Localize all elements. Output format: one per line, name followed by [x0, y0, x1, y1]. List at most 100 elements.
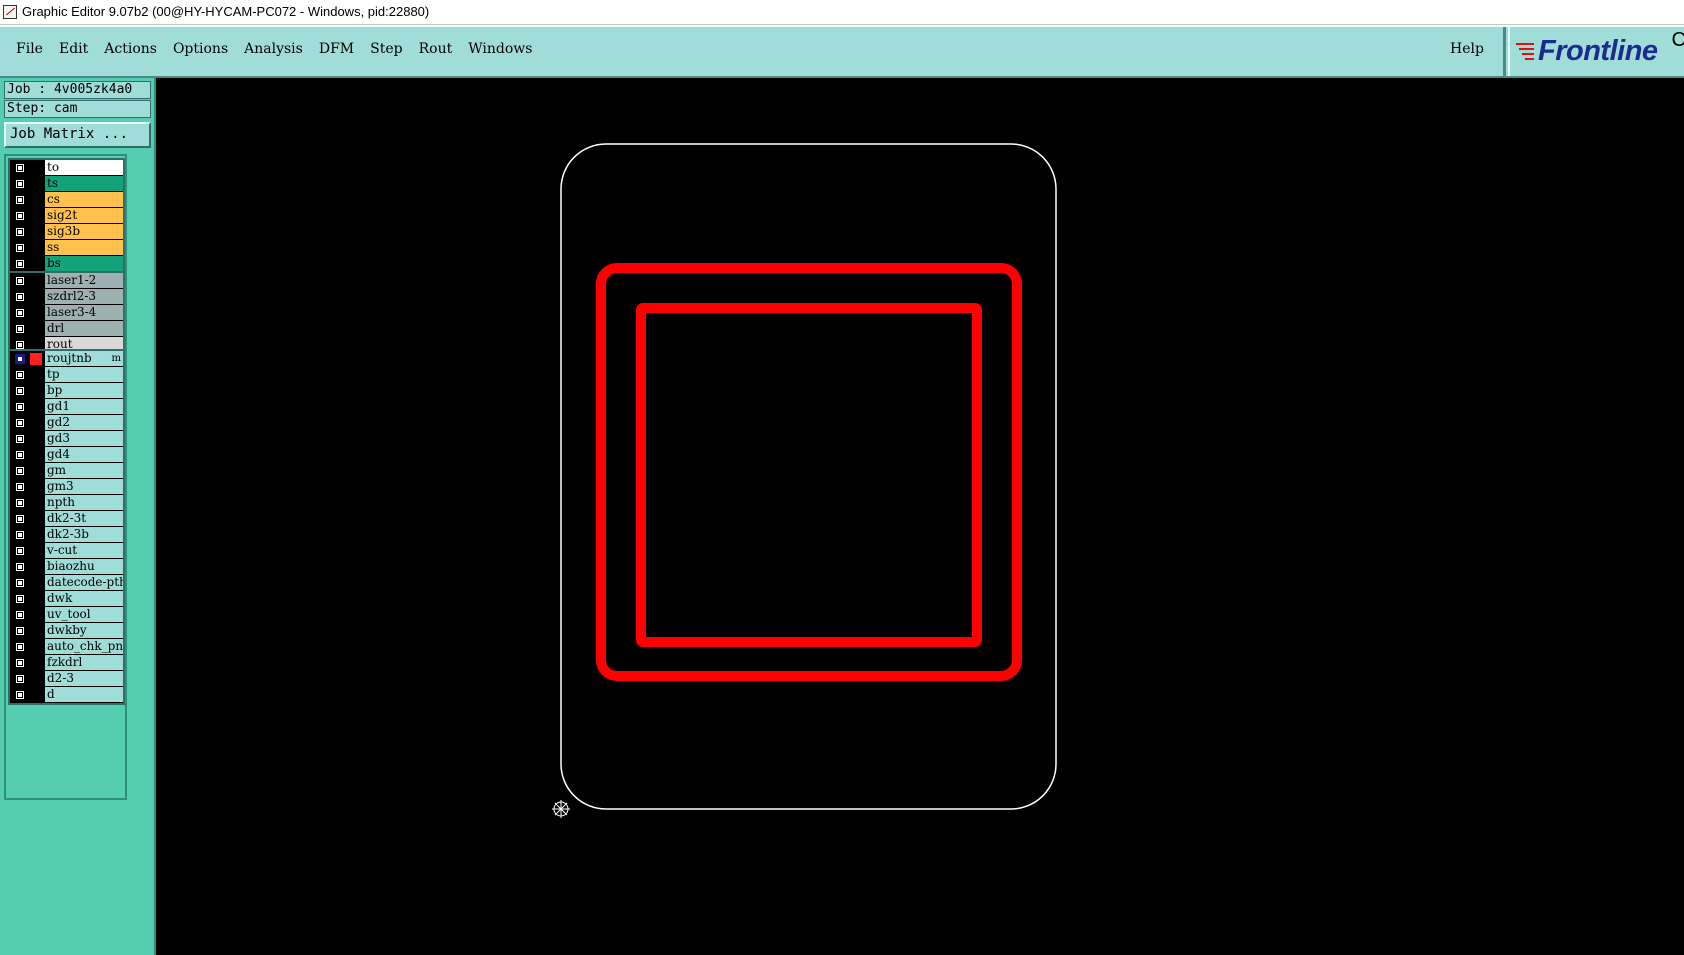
- layer-row-sig2t[interactable]: sig2t: [10, 208, 123, 224]
- layer-checkbox[interactable]: [15, 626, 25, 636]
- layer-row-laser1-2[interactable]: laser1-2: [10, 273, 123, 289]
- layer-checkbox[interactable]: [15, 370, 25, 380]
- layer-row-ss[interactable]: ss: [10, 240, 123, 256]
- layer-checkbox[interactable]: [15, 324, 25, 334]
- layer-checkbox[interactable]: [15, 276, 25, 286]
- job-matrix-button[interactable]: Job Matrix ...: [4, 122, 151, 148]
- layer-color-swatch: [30, 275, 42, 287]
- layer-checkbox[interactable]: [15, 402, 25, 412]
- layer-checkbox[interactable]: [15, 450, 25, 460]
- layer-checkbox[interactable]: [15, 658, 25, 668]
- layer-checkbox[interactable]: [15, 179, 25, 189]
- layer-checkbox[interactable]: [15, 259, 25, 269]
- layer-group-board: to ts cs sig2t sig3b ss bs: [8, 158, 125, 274]
- layer-color-swatch: [30, 385, 42, 397]
- layer-name: bs: [45, 256, 123, 271]
- layer-checkbox[interactable]: [15, 195, 25, 205]
- layer-row-fzkdrl[interactable]: fzkdrl: [10, 655, 123, 671]
- window-titlebar: Graphic Editor 9.07b2 (00@HY-HYCAM-PC072…: [0, 0, 1684, 25]
- layer-checkbox[interactable]: [15, 530, 25, 540]
- menu-help[interactable]: Help: [1450, 41, 1484, 57]
- graphic-canvas[interactable]: [156, 78, 1684, 955]
- layer-color-swatch: [30, 226, 42, 238]
- step-label: Step: cam: [4, 100, 151, 118]
- layer-row-to[interactable]: to: [10, 160, 123, 176]
- layer-checkbox[interactable]: [15, 211, 25, 221]
- layer-checkbox[interactable]: [15, 514, 25, 524]
- layer-row-dwk[interactable]: dwk: [10, 591, 123, 607]
- menu-dfm[interactable]: DFM: [311, 41, 362, 57]
- layer-checkbox[interactable]: [15, 292, 25, 302]
- layer-checkbox[interactable]: [15, 163, 25, 173]
- menu-analysis[interactable]: Analysis: [236, 41, 311, 57]
- layer-checkbox[interactable]: [15, 498, 25, 508]
- layer-checkbox[interactable]: [15, 562, 25, 572]
- layer-checkbox[interactable]: [15, 243, 25, 253]
- layer-checkbox[interactable]: [15, 610, 25, 620]
- layer-name: d2-3: [45, 671, 123, 686]
- layer-row-d2-3[interactable]: d2-3: [10, 671, 123, 687]
- layer-row-dwkby[interactable]: dwkby: [10, 623, 123, 639]
- layer-row-laser3-4[interactable]: laser3-4: [10, 305, 123, 321]
- layer-row-npth[interactable]: npth: [10, 495, 123, 511]
- layer-checkbox[interactable]: [15, 578, 25, 588]
- layer-row-gm[interactable]: gm: [10, 463, 123, 479]
- layer-row-bp[interactable]: bp: [10, 383, 123, 399]
- layer-row-dk2-3b[interactable]: dk2-3b: [10, 527, 123, 543]
- layer-checkbox[interactable]: [15, 434, 25, 444]
- layer-color-swatch: [30, 242, 42, 254]
- layer-checkbox[interactable]: [15, 690, 25, 700]
- layer-row-biaozhu[interactable]: biaozhu: [10, 559, 123, 575]
- layer-row-gm3[interactable]: gm3: [10, 479, 123, 495]
- layer-row-uv_tool[interactable]: uv_tool: [10, 607, 123, 623]
- menu-actions[interactable]: Actions: [96, 41, 165, 57]
- layer-color-swatch: [30, 481, 42, 493]
- layer-checkbox[interactable]: [15, 227, 25, 237]
- layer-row-roujtnb[interactable]: roujtnb m: [10, 351, 123, 367]
- layer-checkbox[interactable]: [15, 354, 25, 364]
- layer-checkbox[interactable]: [15, 466, 25, 476]
- layer-row-tp[interactable]: tp: [10, 367, 123, 383]
- layer-row-gd1[interactable]: gd1: [10, 399, 123, 415]
- menu-windows[interactable]: Windows: [460, 41, 540, 57]
- layer-row-szdrl2-3[interactable]: szdrl2-3: [10, 289, 123, 305]
- layer-color-swatch: [30, 529, 42, 541]
- rout-outer-frame: [596, 263, 1022, 681]
- layer-checkbox[interactable]: [15, 482, 25, 492]
- layer-row-sig3b[interactable]: sig3b: [10, 224, 123, 240]
- layer-checkbox[interactable]: [15, 594, 25, 604]
- layer-row-drl[interactable]: drl: [10, 321, 123, 337]
- layer-row-gd2[interactable]: gd2: [10, 415, 123, 431]
- menu-file[interactable]: File: [8, 41, 51, 57]
- layer-name: fzkdrl: [45, 655, 123, 670]
- layer-color-swatch: [30, 162, 42, 174]
- layer-row-v-cut[interactable]: v-cut: [10, 543, 123, 559]
- layer-checkbox[interactable]: [15, 642, 25, 652]
- layer-row-d[interactable]: d: [10, 687, 123, 703]
- layer-name: v-cut: [45, 543, 123, 558]
- layer-checkbox[interactable]: [15, 674, 25, 684]
- menu-options[interactable]: Options: [165, 41, 236, 57]
- layer-row-dk2-3t[interactable]: dk2-3t: [10, 511, 123, 527]
- menu-edit[interactable]: Edit: [51, 41, 96, 57]
- layer-row-bs[interactable]: bs: [10, 256, 123, 272]
- layer-checkbox[interactable]: [15, 546, 25, 556]
- menu-rout[interactable]: Rout: [411, 41, 461, 57]
- layer-checkbox[interactable]: [15, 308, 25, 318]
- layer-checkbox[interactable]: [15, 418, 25, 428]
- frontline-logo: Frontline C: [1508, 27, 1684, 76]
- layer-row-auto_chk_pnl[interactable]: auto_chk_pnl: [10, 639, 123, 655]
- layer-color-swatch: [30, 449, 42, 461]
- layer-name: dk2-3t: [45, 511, 123, 526]
- menu-step[interactable]: Step: [362, 41, 410, 57]
- layer-row-ts[interactable]: ts: [10, 176, 123, 192]
- layer-row-datecode-pth[interactable]: datecode-pth: [10, 575, 123, 591]
- layer-row-gd4[interactable]: gd4: [10, 447, 123, 463]
- layer-row-cs[interactable]: cs: [10, 192, 123, 208]
- layer-row-gd3[interactable]: gd3: [10, 431, 123, 447]
- layer-color-swatch: [30, 401, 42, 413]
- layer-color-swatch: [30, 210, 42, 222]
- job-label: Job : 4v005zk4a0: [4, 81, 151, 99]
- layer-color-swatch: [30, 194, 42, 206]
- layer-checkbox[interactable]: [15, 386, 25, 396]
